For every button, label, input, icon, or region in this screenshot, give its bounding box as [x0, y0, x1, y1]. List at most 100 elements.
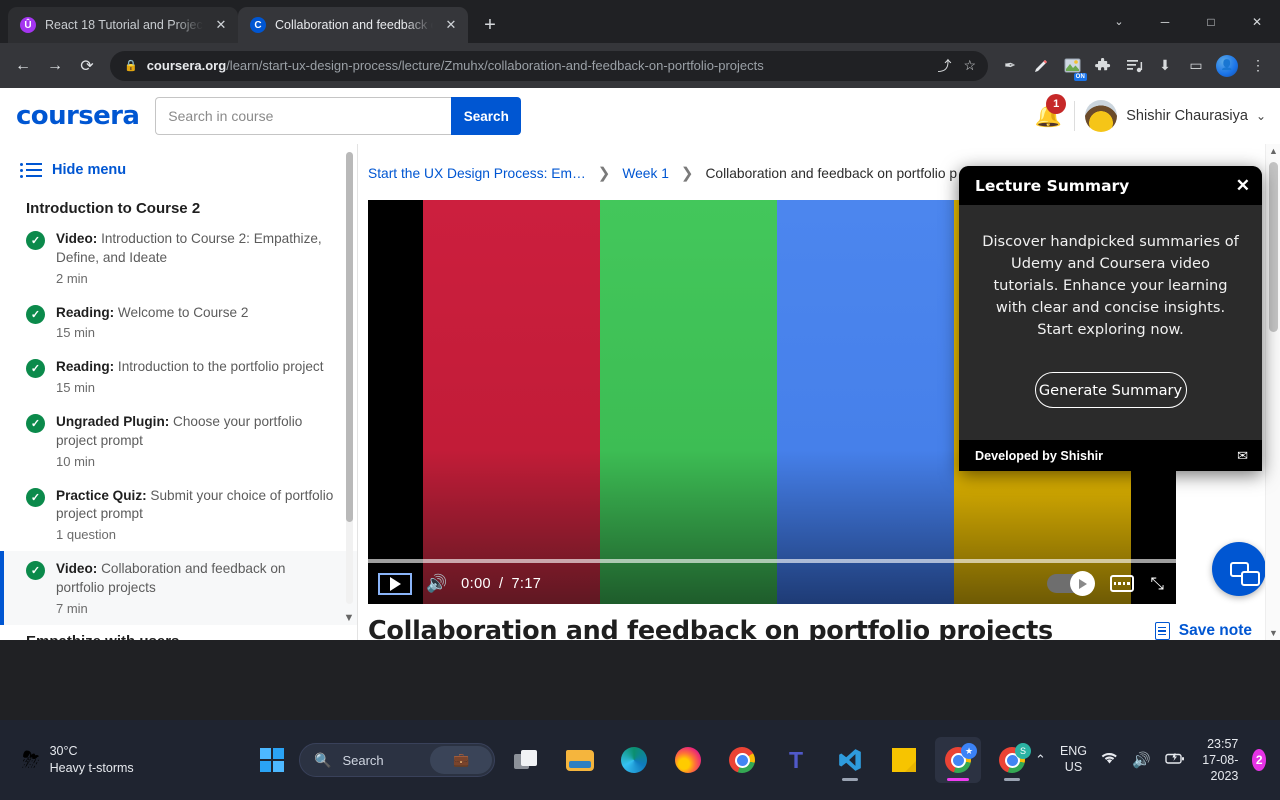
- search-icon: 🔍: [314, 751, 332, 768]
- cc-icon[interactable]: [1109, 575, 1134, 592]
- chrome-dev-icon[interactable]: ★: [935, 737, 982, 783]
- sidebar-section-title: Introduction to Course 2: [26, 200, 201, 217]
- scroll-down-icon[interactable]: ▼: [1266, 628, 1280, 638]
- briefcase-icon[interactable]: 💼: [430, 746, 493, 774]
- lesson-type: Reading:: [56, 359, 115, 375]
- reading-list-icon[interactable]: [1120, 52, 1148, 80]
- color-bar-red: [423, 200, 600, 604]
- battery-icon[interactable]: [1165, 752, 1185, 769]
- autoplay-toggle[interactable]: [1046, 571, 1095, 596]
- lesson-title: Introduction to the portfolio project: [114, 359, 324, 375]
- sidebar-item-plugin-choose[interactable]: ✓ Ungraded Plugin: Choose your portfolio…: [0, 404, 357, 478]
- share-icon[interactable]: ⤴: [937, 56, 951, 76]
- back-icon[interactable]: ←: [8, 51, 38, 81]
- window-controls: ⌄ ─ □ ✕: [1096, 0, 1280, 43]
- bookmark-star-icon[interactable]: ☆: [963, 57, 976, 74]
- generate-summary-button[interactable]: Generate Summary: [1034, 372, 1187, 409]
- windows-icon: [259, 747, 285, 773]
- page-scrollbar-thumb[interactable]: [1269, 162, 1278, 332]
- sidebar-item-video-collaboration[interactable]: ✓ Video: Collaboration and feedback on p…: [0, 551, 357, 625]
- search-button[interactable]: Search: [451, 97, 522, 135]
- fullscreen-icon[interactable]: ⤡: [1150, 574, 1164, 594]
- page-scrollbar[interactable]: ▲ ▼: [1265, 144, 1280, 640]
- chevron-down-icon[interactable]: ⌄: [1256, 109, 1266, 123]
- side-panel-icon[interactable]: ▭: [1182, 52, 1210, 80]
- scroll-up-icon[interactable]: ▲: [1266, 146, 1280, 156]
- close-tab-icon[interactable]: ✕: [212, 16, 230, 34]
- screenshot-extension-icon[interactable]: ON: [1058, 52, 1087, 81]
- volume-icon[interactable]: 🔊: [1132, 751, 1151, 769]
- close-window-icon[interactable]: ✕: [1234, 0, 1280, 43]
- teams-icon[interactable]: T: [773, 737, 819, 783]
- search-input[interactable]: Search in course: [155, 97, 452, 135]
- vscode-icon[interactable]: [827, 737, 873, 783]
- taskbar-apps: 🔍 Search 💼 T ★ S: [253, 737, 1035, 783]
- avatar[interactable]: [1085, 100, 1118, 132]
- puzzle-extensions-icon[interactable]: [1089, 52, 1117, 80]
- sidebar-item-reading-welcome[interactable]: ✓ Reading: Welcome to Course 2 15 min: [0, 295, 357, 350]
- taskbar-search[interactable]: 🔍 Search 💼: [299, 743, 496, 777]
- running-indicator: [842, 778, 859, 781]
- browser-tab-1[interactable]: Û React 18 Tutorial and Projects Co ✕: [8, 7, 238, 43]
- coursera-logo[interactable]: coursera: [16, 101, 140, 131]
- chrome-icon[interactable]: [719, 737, 765, 783]
- pen-extension-icon[interactable]: ✒: [996, 52, 1024, 80]
- edge-icon[interactable]: [611, 737, 657, 783]
- lecture-summary-popup: Lecture Summary ✕ Discover handpicked su…: [959, 166, 1262, 472]
- breadcrumb-week[interactable]: Week 1: [622, 166, 669, 181]
- sidebar-item-video-intro[interactable]: ✓ Video: Introduction to Course 2: Empat…: [0, 221, 357, 295]
- sidebar-item-reading-portfolio[interactable]: ✓ Reading: Introduction to the portfolio…: [0, 349, 357, 404]
- sidebar-item-quiz-submit[interactable]: ✓ Practice Quiz: Submit your choice of p…: [0, 478, 357, 552]
- forward-icon[interactable]: →: [40, 51, 70, 81]
- minimize-icon[interactable]: ─: [1142, 0, 1188, 43]
- downloads-icon[interactable]: ⬇: [1151, 52, 1179, 80]
- breadcrumb-separator-icon: ❯: [597, 165, 611, 182]
- hide-menu-label: Hide menu: [52, 162, 127, 178]
- save-note-button[interactable]: Save note: [1154, 622, 1270, 640]
- sidebar-scrollbar-thumb[interactable]: [346, 152, 353, 522]
- maximize-icon[interactable]: □: [1188, 0, 1234, 43]
- browser-tab-2[interactable]: C Collaboration and feedback on p ✕: [238, 7, 468, 43]
- notification-badge[interactable]: 2: [1252, 749, 1266, 771]
- address-bar[interactable]: 🔒 coursera.org/learn/start-ux-design-pro…: [110, 50, 988, 81]
- video-time-separator: /: [499, 575, 504, 592]
- hide-menu-button[interactable]: Hide menu: [0, 144, 357, 178]
- tray-expand-icon[interactable]: ⌃: [1035, 752, 1046, 768]
- chrome-menu-icon[interactable]: ⋮: [1244, 52, 1272, 80]
- chat-support-button[interactable]: [1212, 542, 1266, 596]
- mail-icon[interactable]: ✉: [1237, 448, 1248, 464]
- tab-search-chevron-icon[interactable]: ⌄: [1096, 0, 1142, 43]
- lesson-duration: 1 question: [56, 527, 116, 542]
- language-line-2: US: [1064, 760, 1083, 774]
- file-explorer-icon[interactable]: [557, 737, 603, 783]
- notifications-button[interactable]: 🔔 1: [1026, 94, 1070, 129]
- coursera-favicon-icon: C: [250, 17, 266, 33]
- chrome-canary-icon[interactable]: S: [989, 737, 1035, 783]
- sidebar-scrollbar[interactable]: [346, 152, 353, 604]
- lesson-duration: 10 min: [56, 453, 96, 469]
- lesson-duration: 15 min: [56, 325, 96, 341]
- wifi-icon[interactable]: [1101, 751, 1118, 769]
- firefox-icon[interactable]: [665, 737, 711, 783]
- breadcrumb-course[interactable]: Start the UX Design Process: Em…: [368, 166, 586, 181]
- note-icon: [1154, 622, 1170, 640]
- play-button[interactable]: [378, 572, 412, 595]
- task-view-icon[interactable]: [503, 737, 549, 783]
- profile-avatar-icon[interactable]: 👤: [1213, 52, 1241, 80]
- clock[interactable]: 23:57 17-08-2023: [1199, 736, 1238, 785]
- marker-extension-icon[interactable]: [1027, 52, 1055, 80]
- language-indicator[interactable]: ENG US: [1060, 744, 1087, 775]
- completed-check-icon: ✓: [26, 359, 45, 379]
- reload-icon[interactable]: ⟳: [72, 51, 102, 81]
- new-tab-button[interactable]: +: [476, 11, 504, 39]
- volume-icon[interactable]: 🔊: [426, 574, 447, 594]
- lesson-type: Ungraded Plugin:: [56, 414, 170, 429]
- close-icon[interactable]: ✕: [1236, 176, 1250, 196]
- sidebar-scroll-down-icon[interactable]: ▼: [343, 612, 355, 624]
- close-tab-icon[interactable]: ✕: [442, 16, 460, 34]
- completed-check-icon: ✓: [26, 304, 45, 324]
- extension-on-badge: ON: [1073, 72, 1087, 81]
- sticky-notes-icon[interactable]: [881, 737, 927, 783]
- weather-widget[interactable]: ⛈ 30°C Heavy t-storms: [0, 743, 253, 777]
- start-button[interactable]: [253, 747, 291, 773]
